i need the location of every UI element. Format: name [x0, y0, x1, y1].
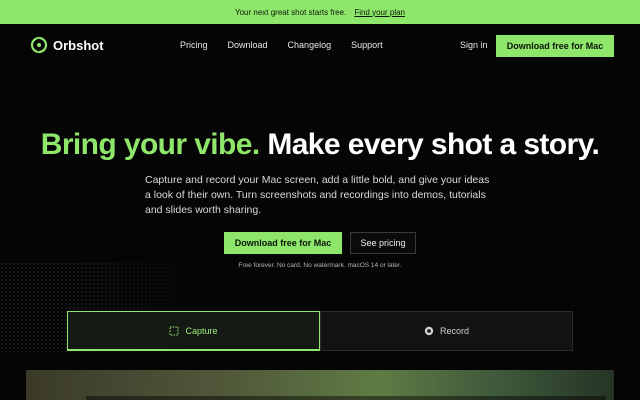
- promo-banner: Your next great shot starts free. Find y…: [0, 0, 640, 24]
- tab-record[interactable]: Record: [320, 311, 573, 351]
- nav-download-button[interactable]: Download free for Mac: [496, 35, 614, 57]
- headline-accent: Bring your vibe.: [40, 128, 260, 161]
- app-preview-screenshot: [26, 370, 614, 400]
- nav-link-pricing[interactable]: Pricing: [180, 40, 208, 50]
- see-pricing-button[interactable]: See pricing: [350, 232, 416, 254]
- tab-record-label: Record: [439, 326, 469, 336]
- hero-headline: Bring your vibe. Make every shot a story…: [0, 126, 640, 164]
- nav-link-support[interactable]: Support: [351, 40, 383, 50]
- capture-frame-icon: [169, 326, 179, 335]
- hero-subtitle: Capture and record your Mac screen, add …: [145, 174, 490, 216]
- brand-name: Orbshot: [53, 37, 104, 53]
- record-icon: [424, 326, 434, 336]
- nav-link-download[interactable]: Download: [228, 40, 268, 50]
- nav-link-changelog[interactable]: Changelog: [288, 40, 332, 50]
- banner-text: Your next great shot starts free.: [234, 7, 347, 17]
- nav-links: Pricing Download Changelog Support: [180, 40, 383, 50]
- orbshot-logo-icon: [30, 36, 48, 54]
- mode-tabs: Capture Record: [67, 311, 573, 351]
- tab-capture[interactable]: Capture: [67, 311, 320, 351]
- preview-menubar: [86, 396, 606, 400]
- banner-plan-link[interactable]: Find your plan: [354, 8, 405, 17]
- headline-main: Make every shot a story.: [267, 128, 600, 161]
- top-navigation: Orbshot Pricing Download Changelog Suppo…: [0, 24, 640, 68]
- tab-capture-label: Capture: [185, 325, 218, 336]
- hero-download-button[interactable]: Download free for Mac: [224, 232, 342, 254]
- sign-in-link[interactable]: Sign in: [460, 40, 488, 50]
- hero-cta-row: Download free for Mac See pricing: [0, 232, 640, 254]
- brand-logo[interactable]: Orbshot: [30, 36, 104, 54]
